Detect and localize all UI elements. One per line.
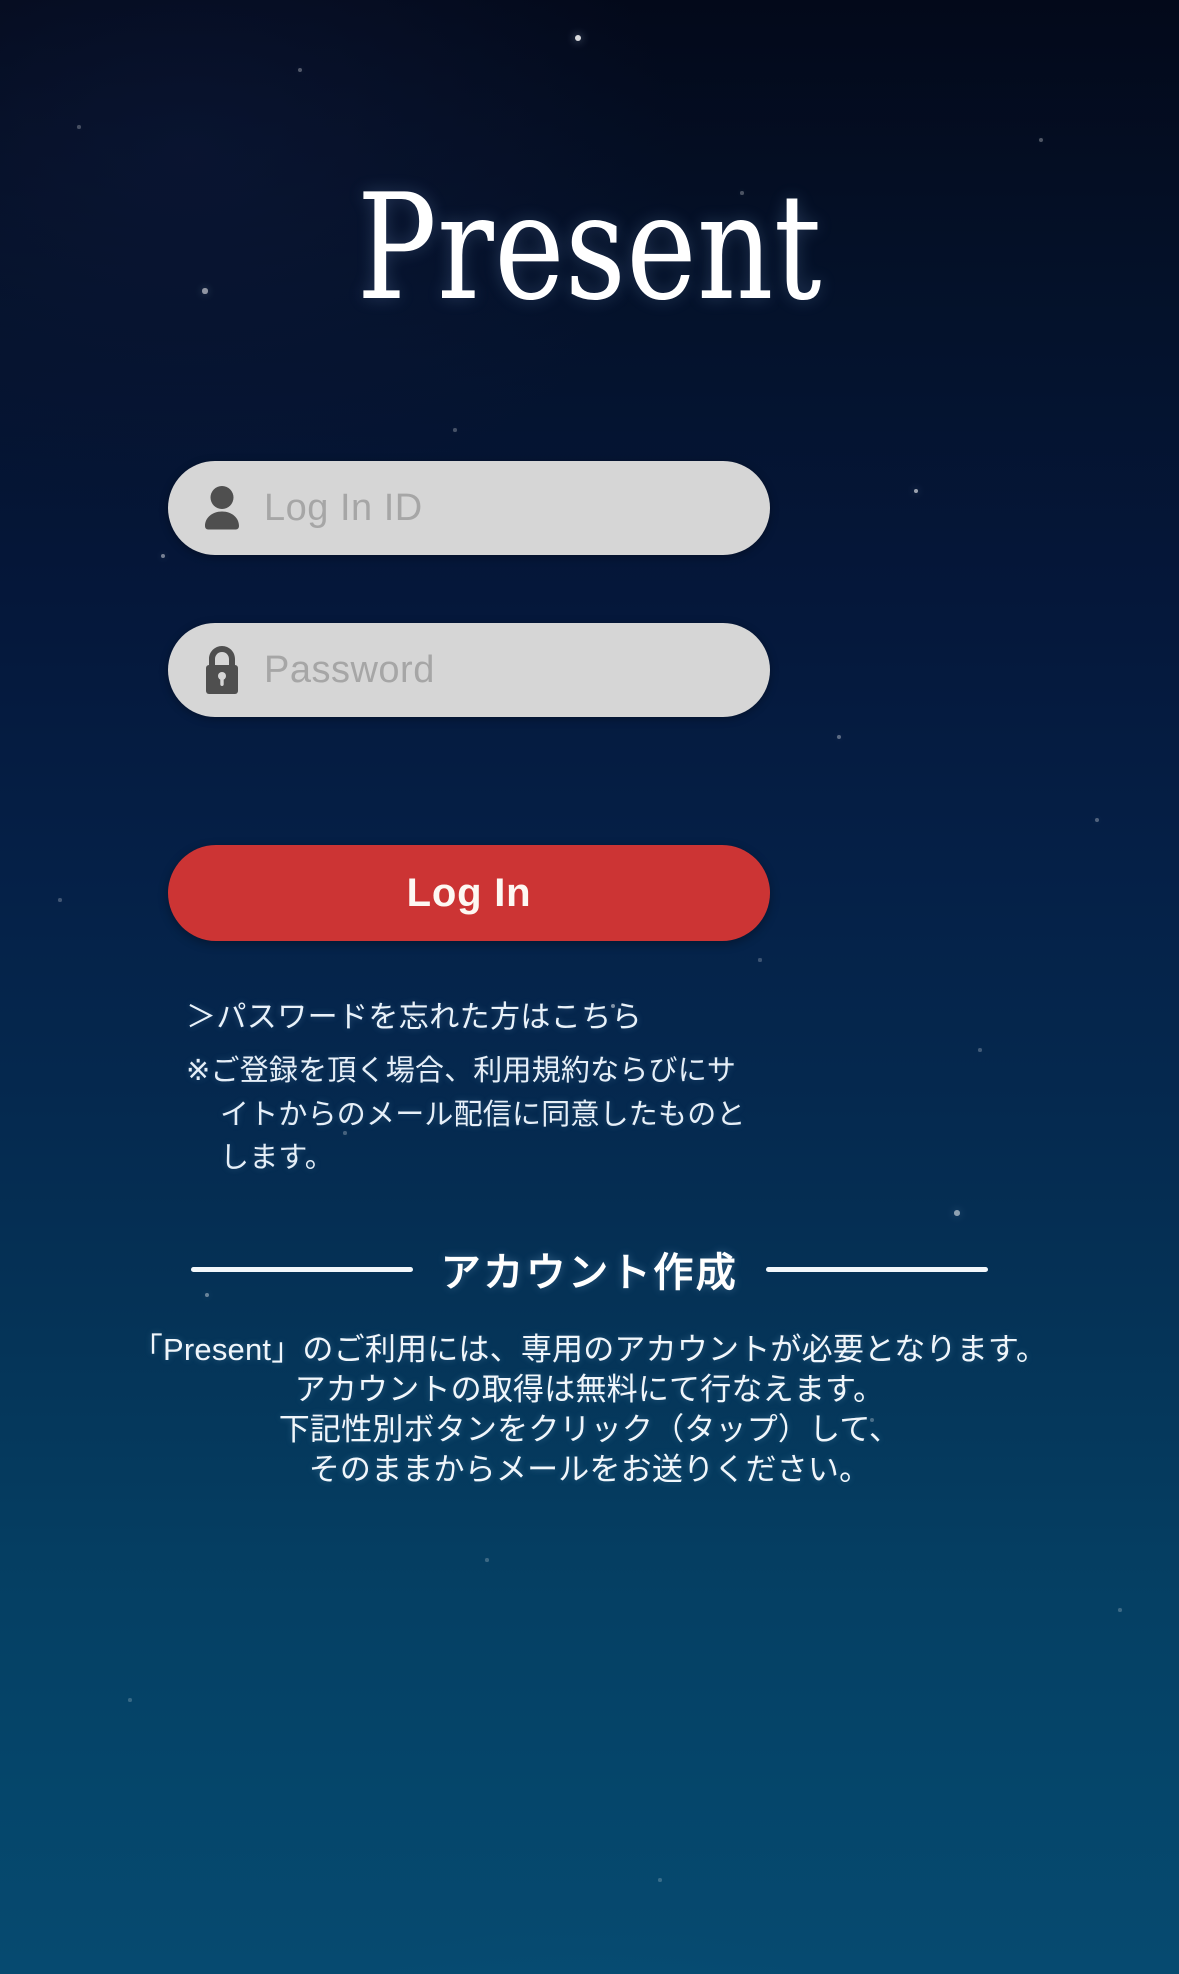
divider-rule-left	[190, 1266, 413, 1272]
login-submit-button[interactable]: Log In	[168, 845, 770, 941]
notice-body-text: ご登録を頂く場合、利用規約ならびにサイトからのメール配信に同意したものとします。	[210, 1055, 746, 1174]
description-line: そのままからメールをお送りください。	[308, 1451, 871, 1487]
login-screen: Present Log In ID Log In ＞パスワードを忘れた方はこちら…	[0, 0, 1179, 1974]
account-creation-title: アカウント作成	[440, 1251, 739, 1295]
login-id-field-wrapper[interactable]	[168, 461, 779, 555]
forgot-password-link[interactable]: ＞パスワードを忘れた方はこちら	[186, 992, 642, 1036]
account-creation-divider: アカウント作成	[0, 1240, 1179, 1298]
login-id-input[interactable]	[264, 461, 779, 555]
description-line: 下記性別ボタンをクリック（タップ）して、	[278, 1411, 901, 1447]
password-field-wrapper[interactable]	[168, 623, 779, 717]
account-creation-description: 「Present」のご利用には、専用のアカウントが必要となります。 アカウントの…	[0, 1330, 1179, 1490]
password-input[interactable]	[264, 623, 779, 717]
lock-icon	[168, 623, 264, 717]
user-icon	[168, 461, 264, 555]
description-line: 「Present」のご利用には、専用のアカウントが必要となります。	[131, 1332, 1048, 1367]
divider-rule-right	[766, 1266, 989, 1272]
description-line: アカウントの取得は無料にて行なえます。	[294, 1371, 885, 1407]
registration-notice: ※ご登録を頂く場合、利用規約ならびにサイトからのメール配信に同意したものとします…	[186, 1050, 764, 1181]
registration-notice-text: ※ご登録を頂く場合、利用規約ならびにサイトからのメール配信に同意したものとします…	[186, 1050, 764, 1181]
brand-logo: Present	[0, 174, 1179, 320]
brand-logo-text: Present	[356, 162, 823, 333]
notice-marker: ※	[186, 1055, 211, 1087]
login-content: Present Log In ID Log In ＞パスワードを忘れた方はこちら…	[0, 0, 1179, 1974]
